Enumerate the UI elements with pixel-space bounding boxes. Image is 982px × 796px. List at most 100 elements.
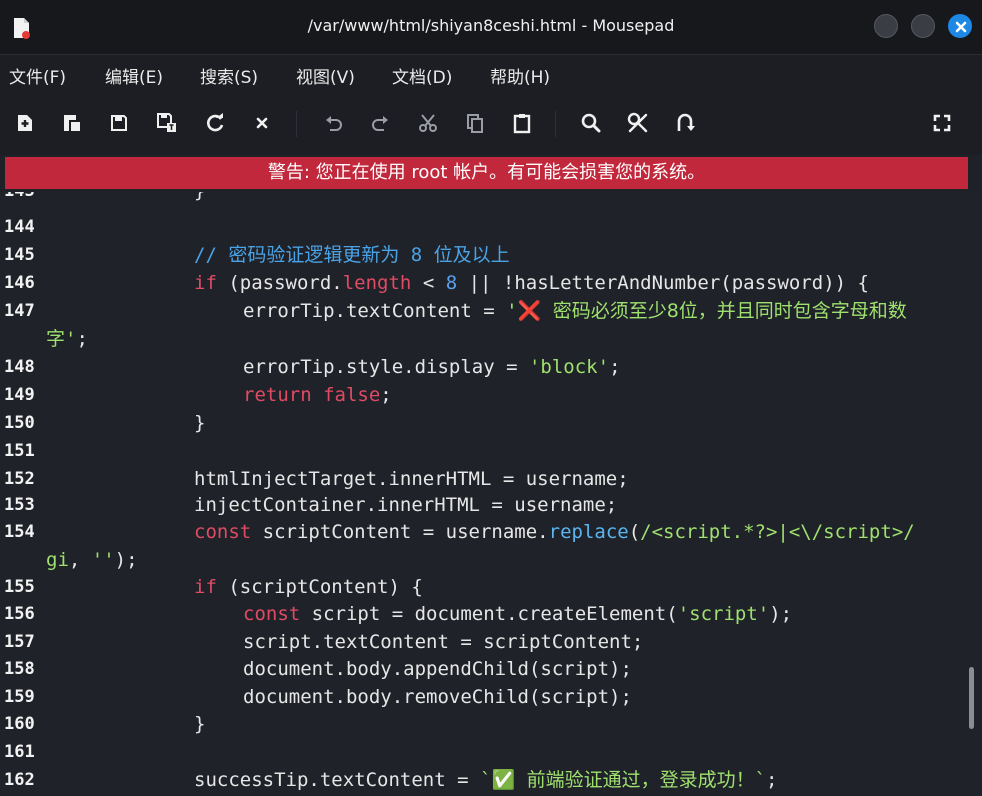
code-editor[interactable]: 143 } 144 145 // 密码验证逻辑更新为 8 位及以上 146 if… bbox=[0, 192, 982, 796]
code-line: 153 injectContainer.innerHTML = username… bbox=[0, 491, 960, 519]
code-text: htmlInjectTarget.innerHTML = username; bbox=[194, 468, 629, 490]
undo-icon bbox=[326, 116, 342, 131]
code-text: errorTip.textContent = '❌ 密码必须至少8位，并且同时包… bbox=[243, 300, 907, 322]
save-icon bbox=[111, 115, 127, 131]
close-window-button[interactable] bbox=[948, 14, 972, 38]
reload-button[interactable] bbox=[201, 109, 229, 137]
fullscreen-button[interactable] bbox=[928, 109, 956, 137]
reload-icon bbox=[207, 113, 224, 132]
code-line: 156 const script = document.createElemen… bbox=[0, 600, 960, 628]
vertical-scrollbar[interactable] bbox=[969, 667, 974, 729]
code-text: } bbox=[194, 412, 206, 434]
line-number: 146 bbox=[4, 273, 35, 293]
minimize-button[interactable] bbox=[874, 14, 898, 38]
paste-button[interactable] bbox=[508, 109, 536, 137]
code-line: gi, ''); bbox=[0, 546, 960, 574]
line-number: 156 bbox=[4, 604, 35, 624]
paste-icon bbox=[513, 114, 531, 134]
go-to-line-icon bbox=[677, 113, 695, 131]
copy-icon bbox=[467, 114, 483, 133]
code-line: 148 errorTip.style.display = 'block'; bbox=[0, 353, 960, 381]
line-number: 160 bbox=[4, 714, 35, 734]
code-text: // 密码验证逻辑更新为 8 位及以上 bbox=[194, 244, 510, 266]
line-number: 153 bbox=[4, 495, 35, 515]
menu-bar: 文件(F) 编辑(E) 搜索(S) 视图(V) 文档(D) 帮助(H) bbox=[0, 55, 982, 93]
code-line: 160 } bbox=[0, 710, 960, 738]
new-document-button[interactable] bbox=[11, 109, 39, 137]
redo-button[interactable] bbox=[366, 109, 394, 137]
code-line: 155 if (scriptContent) { bbox=[0, 573, 960, 601]
code-text: successTip.textContent = `✅ 前端验证通过，登录成功！… bbox=[194, 769, 778, 791]
line-number: 150 bbox=[4, 413, 35, 433]
code-text: const scriptContent = username.replace(/… bbox=[194, 521, 915, 543]
code-text: document.body.removeChild(script); bbox=[243, 686, 632, 708]
menu-file[interactable]: 文件(F) bbox=[9, 63, 66, 88]
line-number: 161 bbox=[4, 742, 35, 762]
root-warning-banner: 警告: 您正在使用 root 帐户。有可能会损害您的系统。 bbox=[5, 157, 968, 189]
code-text: gi, ''); bbox=[46, 549, 138, 571]
code-line: 150 } bbox=[0, 409, 960, 437]
code-line: 143 } bbox=[0, 192, 960, 205]
line-number: 155 bbox=[4, 577, 35, 597]
search-icon bbox=[581, 113, 601, 133]
save-as-button[interactable] bbox=[153, 109, 181, 137]
line-number: 143 bbox=[4, 192, 35, 205]
code-text: 字'; bbox=[46, 328, 88, 350]
toolbar bbox=[0, 93, 982, 155]
line-number: 147 bbox=[4, 301, 35, 321]
code-line: 151 bbox=[0, 437, 960, 465]
line-number: 144 bbox=[4, 217, 35, 237]
menu-edit[interactable]: 编辑(E) bbox=[105, 63, 163, 88]
line-number: 154 bbox=[4, 522, 35, 542]
menu-view[interactable]: 视图(V) bbox=[296, 63, 355, 88]
code-text: errorTip.style.display = 'block'; bbox=[243, 356, 621, 378]
menu-help[interactable]: 帮助(H) bbox=[490, 63, 550, 88]
code-text: if (password.length < 8 || !hasLetterAnd… bbox=[194, 272, 869, 294]
go-to-line-button[interactable] bbox=[671, 109, 699, 137]
cut-button[interactable] bbox=[414, 109, 442, 137]
menu-document[interactable]: 文档(D) bbox=[392, 63, 452, 88]
code-line: 157 script.textContent = scriptContent; bbox=[0, 628, 960, 656]
find-replace-icon bbox=[627, 112, 648, 133]
code-line: 152 htmlInjectTarget.innerHTML = usernam… bbox=[0, 465, 960, 493]
copy-button[interactable] bbox=[461, 109, 489, 137]
new-window-icon bbox=[64, 115, 80, 131]
code-line: 161 bbox=[0, 738, 960, 766]
window-title: /var/www/html/shiyan8ceshi.html - Mousep… bbox=[307, 16, 675, 35]
code-line: 159 document.body.removeChild(script); bbox=[0, 683, 960, 711]
line-number: 157 bbox=[4, 632, 35, 652]
line-number: 158 bbox=[4, 659, 35, 679]
code-line: 162 successTip.textContent = `✅ 前端验证通过，登… bbox=[0, 766, 960, 794]
search-button[interactable] bbox=[577, 109, 605, 137]
find-replace-button[interactable] bbox=[624, 109, 652, 137]
title-bar: /var/www/html/shiyan8ceshi.html - Mousep… bbox=[0, 0, 982, 55]
code-text: return false; bbox=[243, 384, 392, 406]
code-line: 146 if (password.length < 8 || !hasLette… bbox=[0, 269, 960, 297]
code-text: script.textContent = scriptContent; bbox=[243, 631, 644, 653]
line-number: 152 bbox=[4, 469, 35, 489]
code-line: 147 errorTip.textContent = '❌ 密码必须至少8位，并… bbox=[0, 297, 960, 325]
code-line: 149 return false; bbox=[0, 381, 960, 409]
cut-icon bbox=[419, 114, 437, 132]
toolbar-separator bbox=[296, 111, 297, 137]
close-icon bbox=[955, 21, 967, 33]
save-as-icon bbox=[157, 113, 176, 132]
code-text: } bbox=[194, 713, 206, 735]
maximize-button[interactable] bbox=[911, 14, 935, 38]
line-number: 145 bbox=[4, 245, 35, 265]
close-tab-button[interactable] bbox=[248, 109, 276, 137]
code-line: 154 const scriptContent = username.repla… bbox=[0, 518, 960, 546]
code-line: 145 // 密码验证逻辑更新为 8 位及以上 bbox=[0, 241, 960, 269]
save-button[interactable] bbox=[105, 109, 133, 137]
menu-search[interactable]: 搜索(S) bbox=[200, 63, 258, 88]
code-text: injectContainer.innerHTML = username; bbox=[194, 494, 618, 516]
line-number: 148 bbox=[4, 357, 35, 377]
line-number: 149 bbox=[4, 385, 35, 405]
undo-button[interactable] bbox=[320, 109, 348, 137]
close-tab-icon bbox=[256, 117, 268, 129]
code-line: 144 bbox=[0, 213, 960, 241]
new-window-button[interactable] bbox=[58, 109, 86, 137]
code-line: 字'; bbox=[0, 325, 960, 353]
redo-icon bbox=[372, 116, 388, 131]
code-text: const script = document.createElement('s… bbox=[243, 603, 793, 625]
